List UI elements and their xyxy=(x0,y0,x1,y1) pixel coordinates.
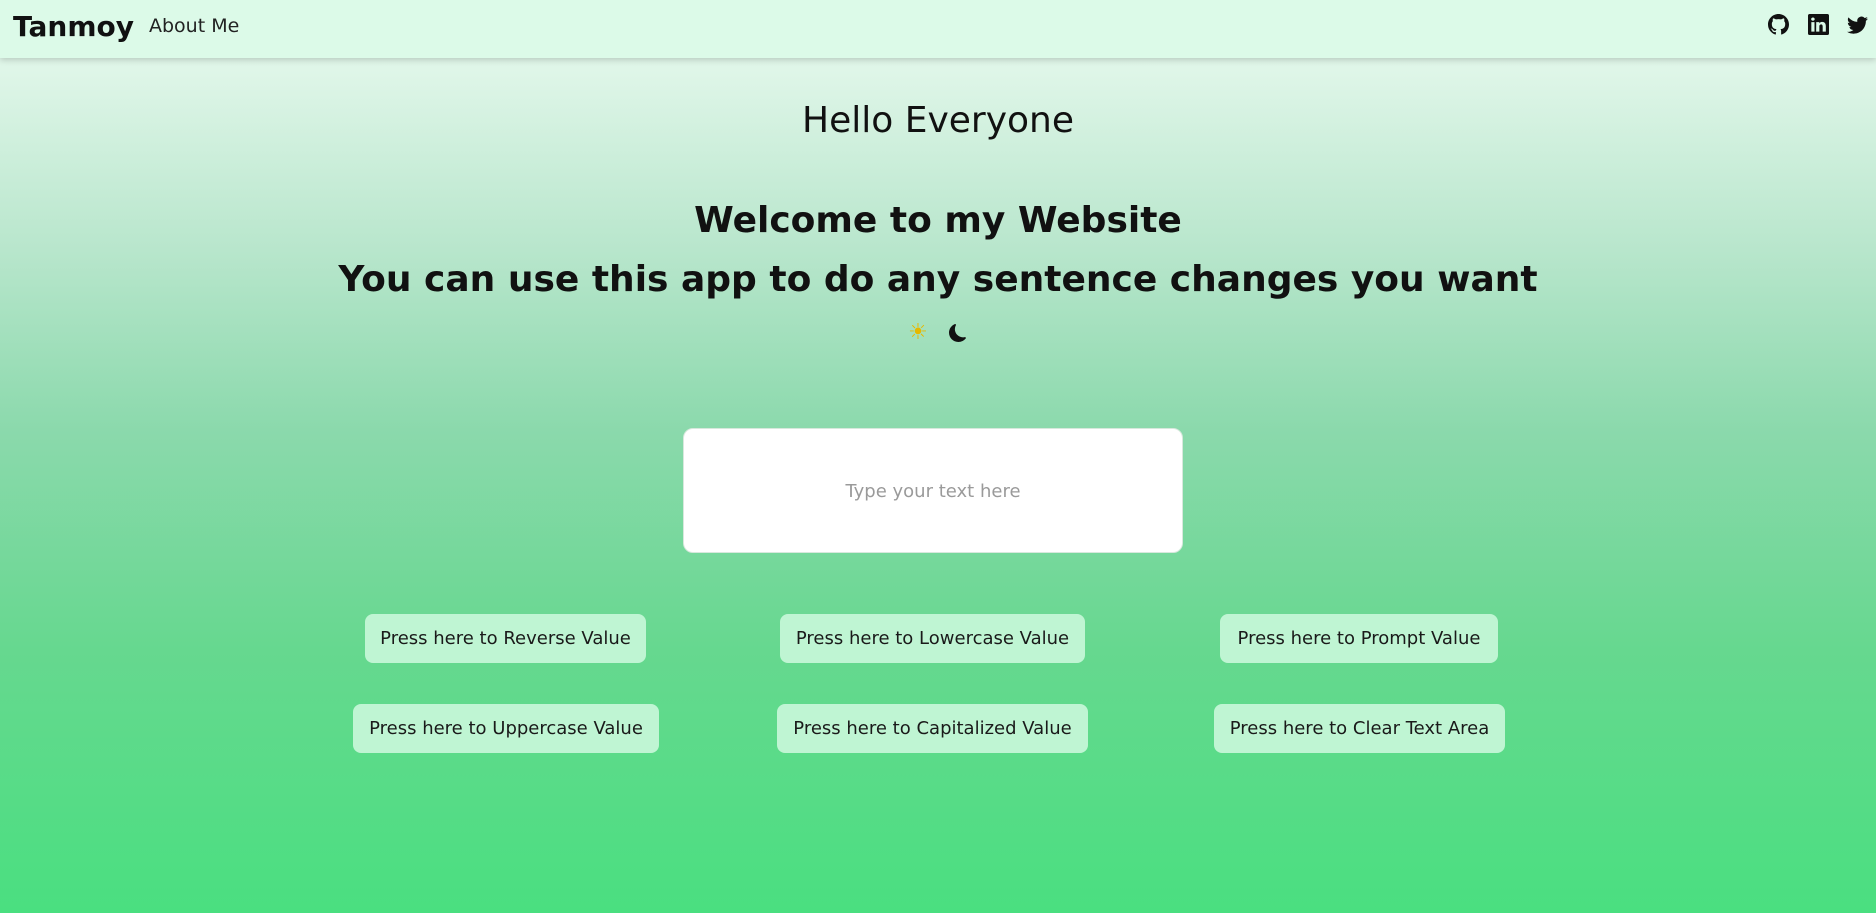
github-icon[interactable] xyxy=(1767,13,1789,35)
reverse-button[interactable]: Press here to Reverse Value xyxy=(365,614,646,663)
navbar: Tanmoy About Me xyxy=(0,0,1876,58)
linkedin-icon[interactable] xyxy=(1807,13,1829,35)
moon-icon[interactable] xyxy=(947,321,969,345)
clear-text-button[interactable]: Press here to Clear Text Area xyxy=(1214,704,1505,753)
greeting-heading: Hello Everyone xyxy=(802,100,1074,141)
subtitle-heading: You can use this app to do any sentence … xyxy=(338,259,1538,300)
lowercase-button[interactable]: Press here to Lowercase Value xyxy=(780,614,1085,663)
twitter-icon[interactable] xyxy=(1846,13,1868,35)
capitalized-button[interactable]: Press here to Capitalized Value xyxy=(777,704,1088,753)
text-input-area[interactable] xyxy=(683,428,1183,553)
uppercase-button[interactable]: Press here to Uppercase Value xyxy=(353,704,659,753)
welcome-heading: Welcome to my Website xyxy=(694,200,1182,241)
prompt-button[interactable]: Press here to Prompt Value xyxy=(1220,614,1498,663)
brand-logo[interactable]: Tanmoy xyxy=(13,10,134,43)
nav-link-about-me[interactable]: About Me xyxy=(149,15,239,37)
theme-toggle-group: ☀ xyxy=(0,321,1876,345)
sun-icon[interactable]: ☀ xyxy=(907,321,929,345)
